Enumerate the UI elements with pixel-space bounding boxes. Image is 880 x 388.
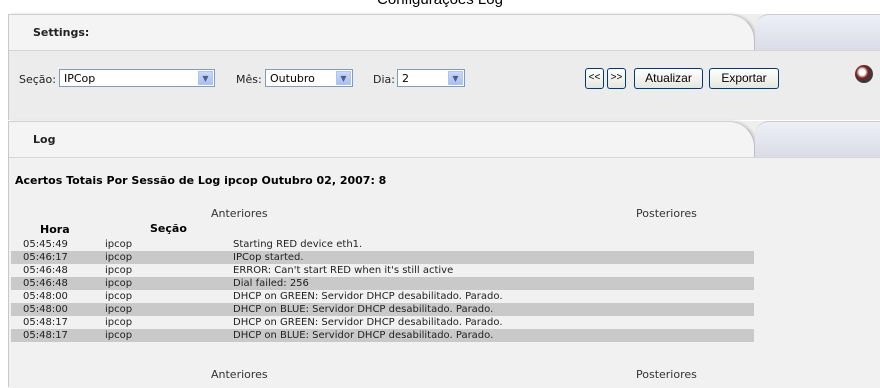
- row-section: ipcop: [105, 278, 133, 289]
- refresh-button[interactable]: Atualizar: [634, 68, 703, 89]
- table-row: 05:45:49 ipcop Starting RED device eth1.: [11, 238, 754, 251]
- section-select-value: IPCop: [64, 72, 96, 85]
- row-section: ipcop: [105, 252, 133, 263]
- month-select-value: Outubro: [270, 72, 315, 85]
- prev-page-link[interactable]: Anteriores: [211, 368, 268, 381]
- chevron-down-icon[interactable]: ▼: [198, 71, 213, 85]
- settings-tab-corner: [755, 14, 880, 51]
- log-nav-bottom: Anteriores Posteriores: [9, 368, 879, 382]
- table-row: 05:46:48 ipcop ERROR: Can't start RED wh…: [11, 264, 754, 277]
- day-select-value: 2: [402, 72, 409, 85]
- column-header-time: Hora: [40, 223, 70, 236]
- row-time: 05:48:17: [23, 330, 68, 341]
- log-table: 05:45:49 ipcop Starting RED device eth1.…: [11, 238, 754, 342]
- next-page-link[interactable]: Posteriores: [636, 207, 697, 220]
- log-heading: Acertos Totais Por Sessão de Log ipcop O…: [15, 174, 387, 187]
- log-tab-corner: [755, 121, 880, 158]
- chevron-down-icon[interactable]: ▼: [336, 71, 351, 85]
- table-row: 05:46:48 ipcop Dial failed: 256: [11, 277, 754, 290]
- log-nav-top: Anteriores Posteriores: [9, 207, 879, 221]
- row-message: DHCP on GREEN: Servidor DHCP desabilitad…: [233, 317, 503, 328]
- row-time: 05:48:00: [23, 291, 68, 302]
- settings-body: Seção: IPCop ▼ Mês: Outubro ▼ Dia: 2 ▼ <…: [9, 50, 880, 120]
- row-time: 05:45:49: [23, 239, 68, 250]
- row-time: 05:46:17: [23, 252, 68, 263]
- row-section: ipcop: [105, 265, 133, 276]
- export-button[interactable]: Exportar: [709, 68, 779, 89]
- row-message: ERROR: Can't start RED when it's still a…: [233, 265, 454, 276]
- row-message: Dial failed: 256: [233, 278, 309, 289]
- log-body: Acertos Totais Por Sessão de Log ipcop O…: [9, 157, 880, 388]
- month-label: Mês:: [236, 73, 262, 86]
- settings-panel: Settings: Seção: IPCop ▼ Mês: Outubro ▼ …: [8, 14, 880, 120]
- row-section: ipcop: [105, 239, 133, 250]
- table-row: 05:48:00 ipcop DHCP on BLUE: Servidor DH…: [11, 303, 754, 316]
- row-message: DHCP on GREEN: Servidor DHCP desabilitad…: [233, 291, 503, 302]
- row-section: ipcop: [105, 330, 133, 341]
- day-label: Dia:: [373, 73, 395, 86]
- log-tab: Log: [9, 121, 755, 158]
- prev-page-link[interactable]: Anteriores: [211, 207, 268, 220]
- log-title: Log: [33, 133, 56, 146]
- help-icon[interactable]: [855, 65, 873, 83]
- settings-title: Settings:: [33, 26, 90, 39]
- table-row: 05:48:17 ipcop DHCP on GREEN: Servidor D…: [11, 316, 754, 329]
- prev-day-button[interactable]: <<: [585, 68, 604, 89]
- table-row: 05:48:00 ipcop DHCP on GREEN: Servidor D…: [11, 290, 754, 303]
- day-select[interactable]: 2 ▼: [397, 69, 465, 87]
- row-time: 05:46:48: [23, 265, 68, 276]
- settings-form-row: Seção: IPCop ▼ Mês: Outubro ▼ Dia: 2 ▼ <…: [9, 65, 879, 91]
- settings-tab: Settings:: [9, 14, 755, 51]
- column-header-section: Seção: [150, 222, 187, 235]
- month-select[interactable]: Outubro ▼: [265, 69, 353, 87]
- chevron-down-icon[interactable]: ▼: [448, 71, 463, 85]
- section-label: Seção:: [19, 73, 56, 86]
- section-select[interactable]: IPCop ▼: [59, 69, 215, 87]
- next-page-link[interactable]: Posteriores: [636, 368, 697, 381]
- next-day-button[interactable]: >>: [607, 68, 626, 89]
- row-time: 05:46:48: [23, 278, 68, 289]
- row-message: IPCop started.: [233, 252, 304, 263]
- row-time: 05:48:00: [23, 304, 68, 315]
- row-message: DHCP on BLUE: Servidor DHCP desabilitado…: [233, 304, 494, 315]
- row-time: 05:48:17: [23, 317, 68, 328]
- table-row: 05:46:17 ipcop IPCop started.: [11, 251, 754, 264]
- row-message: Starting RED device eth1.: [233, 239, 363, 250]
- row-section: ipcop: [105, 317, 133, 328]
- row-section: ipcop: [105, 291, 133, 302]
- row-message: DHCP on BLUE: Servidor DHCP desabilitado…: [233, 330, 494, 341]
- table-row: 05:48:17 ipcop DHCP on BLUE: Servidor DH…: [11, 329, 754, 342]
- row-section: ipcop: [105, 304, 133, 315]
- log-panel: Log Acertos Totais Por Sessão de Log ipc…: [8, 121, 880, 388]
- window-title: Configurações Log: [0, 0, 880, 14]
